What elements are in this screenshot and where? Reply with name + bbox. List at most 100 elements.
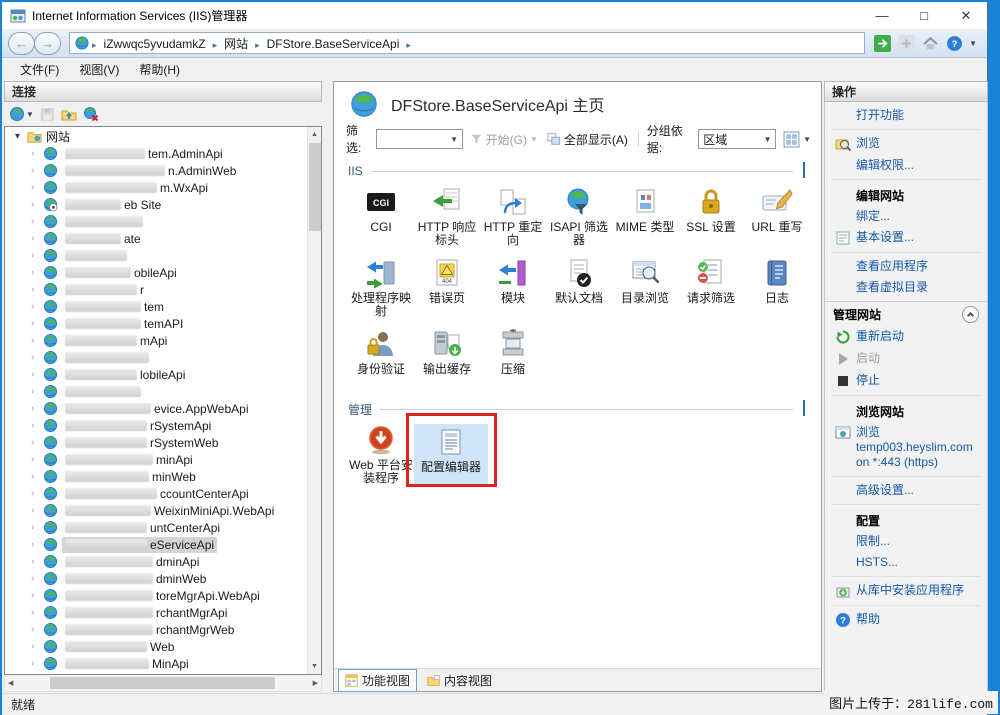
tree-collapse-chevron-icon[interactable]: › bbox=[31, 641, 42, 652]
new-connection-button[interactable]: ▼ bbox=[9, 106, 34, 122]
feature-item[interactable]: Web 平台安装程序 bbox=[348, 424, 414, 485]
tree-collapse-chevron-icon[interactable]: › bbox=[31, 182, 42, 193]
feature-item[interactable]: URL 重写 bbox=[744, 186, 810, 247]
tree-item[interactable]: ›dminWeb bbox=[5, 570, 306, 587]
feature-item[interactable]: 404错误页 bbox=[414, 257, 480, 318]
feature-item[interactable]: 压缩 bbox=[480, 328, 546, 376]
feature-item-selected[interactable]: 配置编辑器 bbox=[414, 424, 488, 485]
tree-item[interactable]: ›n.AdminWeb bbox=[5, 162, 306, 179]
feature-item[interactable]: 请求筛选 bbox=[678, 257, 744, 318]
tab-content-view[interactable]: 内容视图 bbox=[420, 669, 499, 692]
tree-collapse-chevron-icon[interactable]: › bbox=[31, 488, 42, 499]
tree-collapse-chevron-icon[interactable]: › bbox=[31, 437, 42, 448]
scroll-right-arrow[interactable]: ▶ bbox=[313, 679, 318, 687]
tree-item[interactable]: ›Web bbox=[5, 638, 306, 655]
maximize-button[interactable]: □ bbox=[903, 2, 945, 29]
tree-scrollbar-thumb[interactable] bbox=[309, 143, 321, 231]
view-mode-button[interactable]: ▼ bbox=[781, 131, 813, 148]
tree-item[interactable]: ›rSystemApi bbox=[5, 417, 306, 434]
tree-item[interactable]: ›mApi bbox=[5, 332, 306, 349]
filter-input[interactable]: ▼ bbox=[376, 129, 463, 149]
scroll-up-arrow[interactable]: ▲ bbox=[308, 127, 321, 142]
tree-item[interactable]: ›temAPI bbox=[5, 315, 306, 332]
feature-item[interactable]: SSL 设置 bbox=[678, 186, 744, 247]
feature-item[interactable]: 处理程序映射 bbox=[348, 257, 414, 318]
help-icon[interactable]: ? bbox=[945, 34, 963, 52]
tree-item[interactable]: ›ccountCenterApi bbox=[5, 485, 306, 502]
menu-item-1[interactable]: 视图(V) bbox=[69, 58, 129, 81]
tree-collapse-chevron-icon[interactable]: › bbox=[31, 165, 42, 176]
tree-collapse-chevron-icon[interactable]: › bbox=[31, 284, 42, 295]
group-by-dropdown-arrow[interactable]: ▼ bbox=[760, 130, 775, 148]
action-link[interactable]: 浏览 temp003.heyslim.com on *:443 (https) bbox=[825, 422, 987, 473]
tree-hscrollbar-thumb[interactable] bbox=[50, 677, 275, 689]
disconnect-button[interactable] bbox=[83, 106, 99, 122]
tree-item[interactable]: ›obileApi bbox=[5, 264, 306, 281]
tree-item[interactable]: ›eb Site bbox=[5, 196, 306, 213]
tree-collapse-chevron-icon[interactable]: › bbox=[31, 658, 42, 669]
action-link[interactable]: ?帮助 bbox=[825, 609, 987, 631]
tree-collapse-chevron-icon[interactable]: › bbox=[31, 199, 42, 210]
filter-dropdown-arrow[interactable]: ▼ bbox=[447, 130, 462, 148]
tree-item[interactable]: ›tem.AdminApi bbox=[5, 145, 306, 162]
action-link[interactable]: 浏览 bbox=[825, 133, 987, 155]
tree-collapse-chevron-icon[interactable]: › bbox=[31, 335, 42, 346]
tree-collapse-chevron-icon[interactable]: › bbox=[31, 539, 42, 550]
tree-collapse-chevron-icon[interactable]: › bbox=[31, 505, 42, 516]
feature-item[interactable]: 目录浏览 bbox=[612, 257, 678, 318]
tree-collapse-chevron-icon[interactable]: › bbox=[31, 403, 42, 414]
tree-item[interactable]: › bbox=[5, 213, 306, 230]
up-level-button[interactable] bbox=[61, 106, 77, 122]
close-button[interactable]: ✕ bbox=[945, 2, 987, 29]
tab-features-view[interactable]: 功能视图 bbox=[338, 669, 417, 692]
feature-item[interactable]: 日志 bbox=[744, 257, 810, 318]
tree-collapse-chevron-icon[interactable]: › bbox=[31, 522, 42, 533]
tree-collapse-chevron-icon[interactable]: › bbox=[31, 573, 42, 584]
refresh-connection-icon[interactable] bbox=[873, 34, 891, 52]
section-collapse-button[interactable] bbox=[803, 164, 805, 178]
tree-item[interactable]: ›toreMgrApi.WebApi bbox=[5, 587, 306, 604]
tree-item[interactable]: › bbox=[5, 247, 306, 264]
feature-item[interactable]: CGICGI bbox=[348, 186, 414, 247]
new-connection-dropdown-arrow[interactable]: ▼ bbox=[26, 110, 34, 119]
tree-item[interactable]: ›tem bbox=[5, 298, 306, 315]
menu-item-2[interactable]: 帮助(H) bbox=[129, 58, 190, 81]
action-link[interactable]: 高级设置... bbox=[825, 480, 987, 501]
tree-item[interactable]: ›ate bbox=[5, 230, 306, 247]
tree-collapse-chevron-icon[interactable]: › bbox=[31, 369, 42, 380]
action-link[interactable]: HSTS... bbox=[825, 552, 987, 573]
breadcrumb-segment[interactable]: DFStore.BaseServiceApi bbox=[261, 36, 406, 52]
feature-item[interactable]: HTTP 重定向 bbox=[480, 186, 546, 247]
tree-item[interactable]: › bbox=[5, 349, 306, 366]
tree-expand-chevron-icon[interactable]: ▾ bbox=[15, 131, 26, 142]
tree-collapse-chevron-icon[interactable]: › bbox=[31, 590, 42, 601]
feature-item[interactable]: 默认文档 bbox=[546, 257, 612, 318]
tree-item[interactable]: ›r bbox=[5, 281, 306, 298]
tree-item[interactable]: ›lobileApi bbox=[5, 366, 306, 383]
tree-horizontal-scrollbar[interactable]: ◀ ▶ bbox=[4, 675, 322, 692]
tree-item[interactable]: ›m.WxApi bbox=[5, 179, 306, 196]
tree-collapse-chevron-icon[interactable]: › bbox=[31, 301, 42, 312]
scroll-left-arrow[interactable]: ◀ bbox=[8, 679, 13, 687]
forward-button[interactable]: → bbox=[34, 32, 61, 55]
tree-item[interactable]: ›rchantMgrApi bbox=[5, 604, 306, 621]
tree-collapse-chevron-icon[interactable]: › bbox=[31, 454, 42, 465]
feature-item[interactable]: MIME 类型 bbox=[612, 186, 678, 247]
action-link[interactable]: 编辑权限... bbox=[825, 155, 987, 176]
tree-item[interactable]: ›dminApi bbox=[5, 553, 306, 570]
tree-collapse-chevron-icon[interactable]: › bbox=[31, 386, 42, 397]
tree-item[interactable]: ›WeixinMiniApi.WebApi bbox=[5, 502, 306, 519]
tree-vertical-scrollbar[interactable]: ▲ ▼ bbox=[307, 127, 321, 674]
breadcrumb-segment[interactable]: iZwwqc5yvudamkZ bbox=[98, 36, 212, 52]
tree-collapse-chevron-icon[interactable]: › bbox=[31, 233, 42, 244]
show-all-button[interactable]: 全部显示(A) bbox=[545, 131, 630, 148]
tree-collapse-chevron-icon[interactable]: › bbox=[31, 267, 42, 278]
help-dropdown-arrow[interactable]: ▼ bbox=[969, 39, 977, 48]
tree-collapse-chevron-icon[interactable]: › bbox=[31, 352, 42, 363]
minimize-button[interactable]: — bbox=[861, 2, 903, 29]
scroll-down-arrow[interactable]: ▼ bbox=[308, 659, 321, 674]
action-link[interactable]: 查看虚拟目录 bbox=[825, 277, 987, 298]
tree-root-item[interactable]: ▾网站 bbox=[5, 128, 306, 145]
tree-collapse-chevron-icon[interactable]: › bbox=[31, 556, 42, 567]
feature-item[interactable]: HTTP 响应标头 bbox=[414, 186, 480, 247]
